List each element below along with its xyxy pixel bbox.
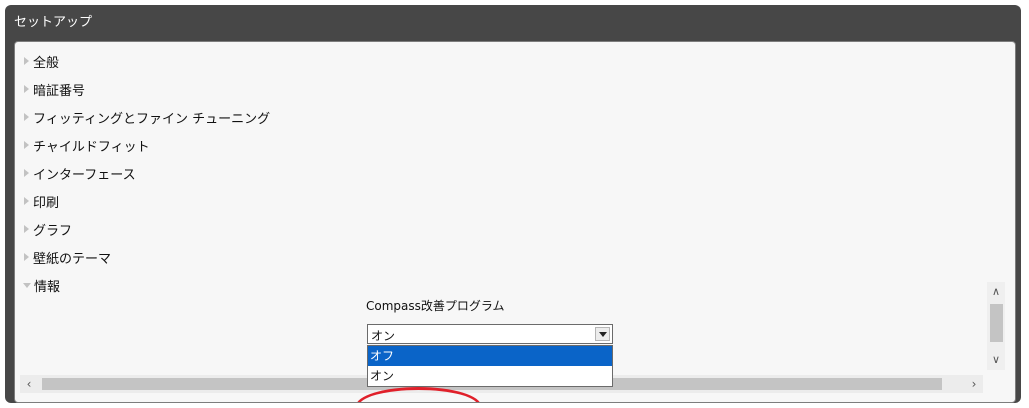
triangle-down-icon (23, 282, 31, 288)
menu-item-label: 情報 (34, 279, 61, 295)
option-on[interactable]: オン (368, 366, 612, 386)
compass-program-select[interactable]: オン (367, 324, 613, 344)
triangle-right-icon (24, 197, 29, 205)
menu-item-label: チャイルドフィット (33, 139, 150, 155)
chevron-down-icon[interactable] (595, 327, 610, 341)
scrollbar-thumb[interactable] (990, 304, 1003, 342)
menu-item-label: インターフェース (33, 167, 136, 183)
menu-item-label: 暗証番号 (33, 83, 86, 99)
select-value: オン (371, 329, 396, 343)
menu-item-pin[interactable]: 暗証番号 (15, 75, 975, 103)
compass-program-label: Compass改善プログラム (366, 299, 505, 313)
menu-item-label: 壁紙のテーマ (33, 251, 112, 267)
menu-item-fitting[interactable]: フィッティングとファイン チューニング (15, 103, 975, 131)
menu-item-general[interactable]: 全般 (15, 47, 975, 75)
menu-item-label: 全般 (33, 55, 60, 71)
compass-program-dropdown: オフ オン (367, 345, 613, 387)
triangle-right-icon (24, 113, 29, 121)
menu-item-graph[interactable]: グラフ (15, 215, 975, 243)
triangle-right-icon (24, 85, 29, 93)
triangle-right-icon (24, 57, 29, 65)
menu-item-interface[interactable]: インターフェース (15, 159, 975, 187)
scroll-left-icon[interactable]: ‹ (20, 375, 38, 393)
menu-item-childfit[interactable]: チャイルドフィット (15, 131, 975, 159)
scroll-down-icon[interactable]: ∨ (987, 352, 1005, 368)
triangle-right-icon (24, 253, 29, 261)
triangle-right-icon (24, 225, 29, 233)
option-off[interactable]: オフ (368, 346, 612, 366)
vertical-scrollbar[interactable]: ∧ ∨ (987, 282, 1005, 370)
triangle-right-icon (24, 169, 29, 177)
menu-item-label: グラフ (33, 223, 73, 239)
triangle-right-icon (24, 141, 29, 149)
menu-item-info[interactable]: 情報 (15, 271, 975, 299)
scroll-up-icon[interactable]: ∧ (987, 284, 1005, 300)
menu-item-print[interactable]: 印刷 (15, 187, 975, 215)
window-title: セットアップ (14, 15, 93, 30)
menu-item-wallpaper[interactable]: 壁紙のテーマ (15, 243, 975, 271)
menu-item-label: フィッティングとファイン チューニング (33, 111, 271, 127)
settings-panel: 全般 暗証番号 フィッティングとファイン チューニング チャイルドフィット イン… (14, 41, 1016, 403)
scroll-right-icon[interactable]: › (965, 375, 983, 393)
menu-item-label: 印刷 (33, 195, 60, 211)
